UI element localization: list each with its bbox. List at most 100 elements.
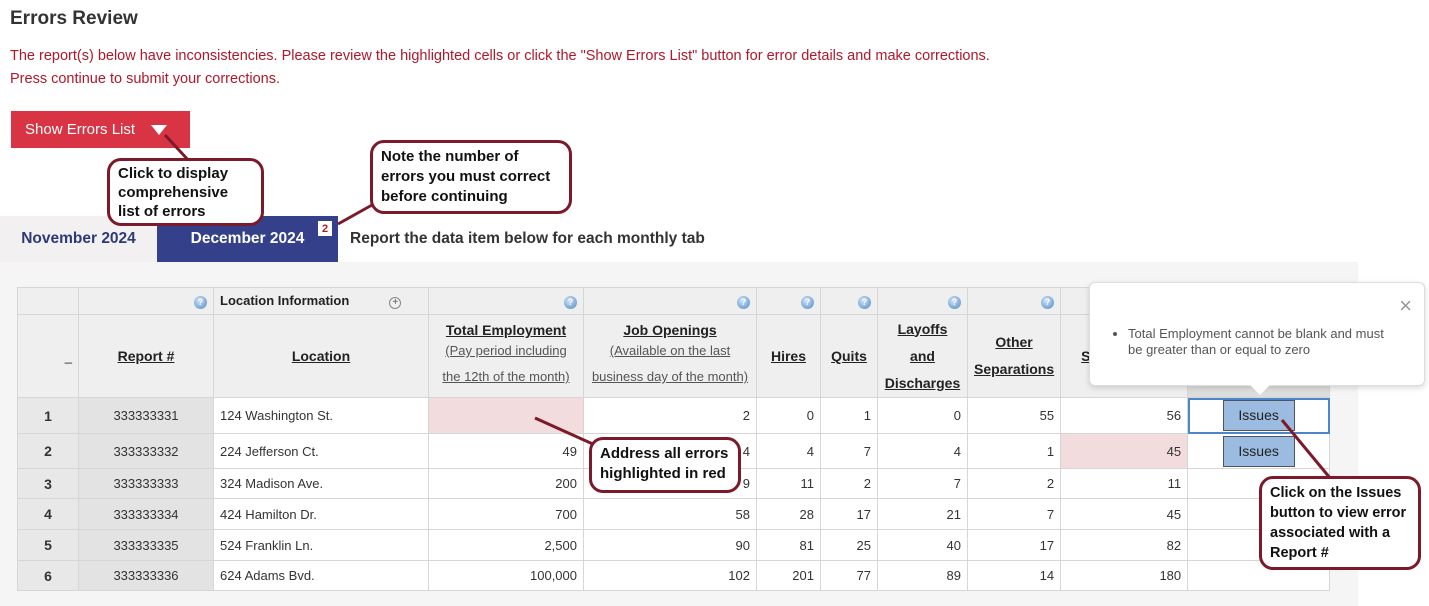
hires-help[interactable]: ? [756,287,821,315]
header-label: Hires [770,348,807,364]
hires-cell[interactable]: 0 [756,397,821,434]
separations-cell[interactable]: 82 [1060,529,1189,561]
hires-cell[interactable]: 201 [756,560,821,591]
other-separations-cell[interactable]: 1 [966,433,1062,469]
job-openings-cell[interactable]: 58 [583,498,757,530]
quits-cell[interactable]: 25 [820,529,878,561]
other-separations-cell[interactable]: 2 [966,468,1062,499]
quits-header[interactable]: Quits [820,314,878,398]
issues-button[interactable]: Issues [1222,435,1295,467]
help-icon: ? [564,295,577,309]
job-open-help[interactable]: ? [583,287,757,315]
total-employment-cell[interactable]: 200 [428,468,584,499]
separations-cell[interactable]: 45 [1060,498,1189,530]
layoffs-cell[interactable]: 7 [877,468,968,499]
report-help[interactable]: ? [78,287,214,315]
layoffs-cell[interactable]: 89 [877,560,968,591]
total-employment-header[interactable]: Total Employment (Pay period including the… [428,314,584,398]
other-help[interactable]: ? [966,287,1062,315]
quits-cell[interactable]: 1 [820,397,878,434]
layoffs-help[interactable]: ? [877,287,968,315]
group-header-label: Location Information [220,293,350,308]
hires-cell[interactable]: 4 [756,433,821,469]
job-openings-cell[interactable]: 90 [583,529,757,561]
layoffs-cell[interactable]: 0 [877,397,968,434]
location-group-header: Location Information + [213,287,429,315]
row-number: 1 [17,397,79,434]
separations-cell[interactable]: 11 [1060,468,1189,499]
total-employment-cell[interactable] [428,397,584,434]
total-emp-help[interactable]: ? [428,287,584,315]
separations-cell[interactable]: 56 [1060,397,1189,434]
table-row: 4 333333334 424 Hamilton Dr. 700 58 28 17 21 7 45 [17,498,1331,530]
total-employment-cell[interactable]: 2,500 [428,529,584,561]
issues-button[interactable]: Issues [1222,400,1295,431]
location-cell[interactable]: 324 Madison Ave. [213,468,429,499]
location-cell[interactable]: 624 Adams Bvd. [213,560,429,591]
header-label: Separations [974,361,1055,377]
job-openings-cell[interactable]: 2 [583,397,757,434]
help-icon: ? [194,295,207,309]
separations-cell[interactable]: 45 [1060,433,1189,469]
other-separations-header[interactable]: Other Separations [966,314,1062,398]
row-number: 6 [17,560,79,591]
separations-cell[interactable]: 180 [1060,560,1189,591]
report-number-cell: 333333336 [78,560,214,591]
quits-cell[interactable]: 2 [820,468,878,499]
report-number-cell: 333333331 [78,397,214,434]
header-label: Other [995,334,1033,350]
other-separations-cell[interactable]: 14 [966,560,1062,591]
quits-help[interactable]: ? [820,287,878,315]
location-cell[interactable]: 524 Franklin Ln. [213,529,429,561]
report-number-cell: 333333335 [78,529,214,561]
location-cell[interactable]: 224 Jefferson Ct. [213,433,429,469]
location-header-label: Location [291,348,351,364]
quits-cell[interactable]: 7 [820,433,878,469]
callout-issues: Click on the Issues button to view error… [1259,476,1421,570]
layoffs-header[interactable]: Layoffs and Discharges [877,314,968,398]
row-number: 5 [17,529,79,561]
other-separations-cell[interactable]: 7 [966,498,1062,530]
hires-cell[interactable]: 28 [756,498,821,530]
header-sub: business day of the month) [591,369,749,384]
header-label: Total Employment [445,322,567,338]
location-cell[interactable]: 124 Washington St. [213,397,429,434]
total-employment-cell[interactable]: 100,000 [428,560,584,591]
hires-cell[interactable]: 11 [756,468,821,499]
callout-error-count: Note the number of errors you must corre… [370,140,572,214]
hires-cell[interactable]: 81 [756,529,821,561]
other-separations-cell[interactable]: 17 [966,529,1062,561]
row-col-header: _ [17,314,79,398]
close-icon[interactable]: × [1399,293,1412,319]
table-row: 5 333333335 524 Franklin Ln. 2,500 90 81 25 40 1… [17,529,1331,561]
header-label: Quits [831,348,867,364]
help-icon: ? [1041,295,1055,309]
location-header[interactable]: Location [213,314,429,398]
show-errors-list-button[interactable]: Show Errors List [11,111,190,148]
intro-text: The report(s) below have inconsistencies… [10,48,990,87]
job-openings-header[interactable]: Job Openings (Available on the last busine… [583,314,757,398]
error-popup: × Total Employment cannot be blank and m… [1089,282,1425,395]
layoffs-cell[interactable]: 21 [877,498,968,530]
layoffs-cell[interactable]: 4 [877,433,968,469]
total-employment-cell[interactable]: 700 [428,498,584,530]
hires-header[interactable]: Hires [756,314,821,398]
header-sub: (Available on the last [609,343,731,358]
report-number-cell: 333333334 [78,498,214,530]
row-number: 4 [17,498,79,530]
help-icon: ? [737,295,750,309]
expand-icon[interactable]: + [389,297,402,309]
job-openings-cell[interactable]: 102 [583,560,757,591]
total-employment-cell[interactable]: 49 [428,433,584,469]
quits-cell[interactable]: 17 [820,498,878,530]
header-label: Layoffs and [897,320,948,364]
location-cell[interactable]: 424 Hamilton Dr. [213,498,429,530]
other-separations-cell[interactable]: 55 [966,397,1062,434]
tab-label: December 2024 [190,230,305,247]
quits-cell[interactable]: 77 [820,560,878,591]
caret-down-icon [151,124,168,135]
layoffs-cell[interactable]: 40 [877,529,968,561]
header-blank [17,287,79,315]
report-header[interactable]: Report # [78,314,214,398]
help-icon: ? [858,295,871,309]
